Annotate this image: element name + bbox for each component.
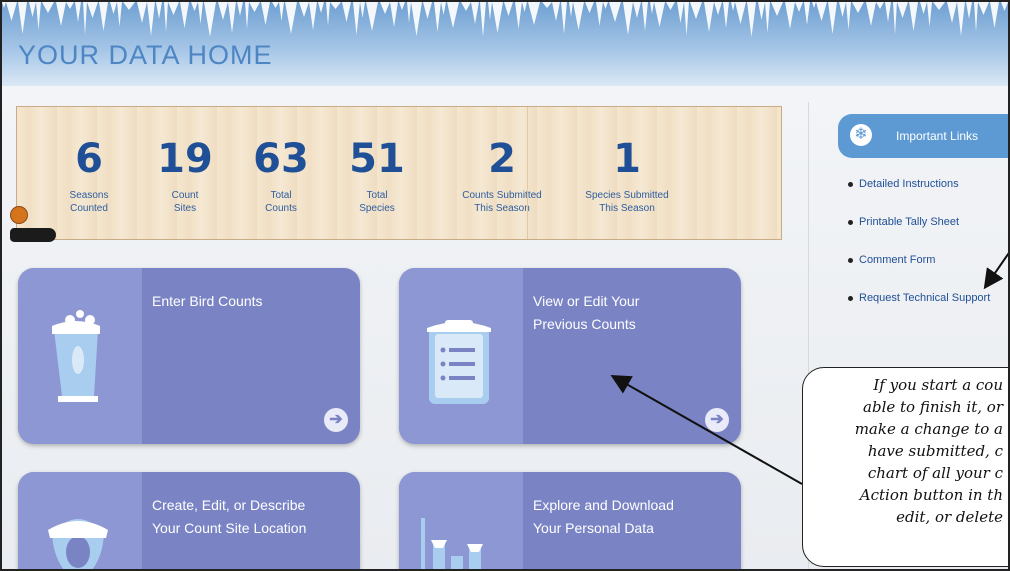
bar-chart-icon <box>421 518 483 569</box>
enter-bird-counts-tile[interactable]: Enter Bird Counts ➔ <box>18 268 360 444</box>
link-comment-form[interactable]: Comment Form <box>848 254 990 266</box>
stat-value: 51 <box>349 136 405 182</box>
callout-line: have submitted, c <box>867 442 1003 460</box>
callout-line: chart of all your c <box>867 464 1003 482</box>
callout-line: edit, or delete <box>896 508 1003 526</box>
stat-label: Species Submitted This Season <box>585 190 669 214</box>
stat-value: 2 <box>488 136 516 182</box>
tile-label: View or Edit Your Previous Counts <box>533 293 640 332</box>
location-icon-pane <box>18 472 142 569</box>
callout-line: make a change to a <box>854 420 1003 438</box>
stat-label: Seasons Counted <box>69 190 109 214</box>
important-links-list: Detailed Instructions Printable Tally Sh… <box>848 178 990 330</box>
callout-line: Action button in th <box>859 486 1003 504</box>
stat-counts: 63 Total Counts <box>233 107 329 239</box>
stat-species-submitted: 1 Species Submitted This Season <box>557 107 697 239</box>
important-links-button[interactable]: ❄ Important Links <box>838 114 1008 158</box>
stat-counts-submitted: 2 Counts Submitted This Season <box>447 107 557 239</box>
stat-sites: 19 Count Sites <box>137 107 233 239</box>
slider-handle[interactable] <box>10 228 56 242</box>
link-request-technical-support[interactable]: Request Technical Support <box>848 292 990 304</box>
stat-value: 19 <box>157 136 213 182</box>
header-banner: YOUR DATA HOME <box>2 2 1008 86</box>
stat-species: 51 Total Species <box>329 107 425 239</box>
screenshot-frame: YOUR DATA HOME 6 Seasons Counted 19 Count… <box>0 0 1010 571</box>
stats-panel: 6 Seasons Counted 19 Count Sites 63 Total C… <box>16 106 782 240</box>
stat-value: 6 <box>75 136 103 182</box>
arrow-right-icon[interactable]: ➔ <box>324 408 348 432</box>
bullet-icon <box>848 219 853 225</box>
bullet-icon <box>848 181 853 187</box>
stat-label: Total Counts <box>265 190 297 214</box>
arrow-right-icon[interactable]: ➔ <box>705 408 729 432</box>
stat-label: Counts Submitted This Season <box>462 190 542 214</box>
important-links-label: Important Links <box>896 129 979 143</box>
slider-knob[interactable] <box>10 206 28 224</box>
annotation-callout: If you start a cou able to finish it, or… <box>802 367 1008 567</box>
callout-line: If you start a cou <box>873 376 1003 394</box>
view-edit-counts-tile[interactable]: View or Edit Your Previous Counts ➔ <box>399 268 741 444</box>
tally-icon-pane <box>18 268 142 444</box>
bullet-icon <box>848 257 853 263</box>
tile-label: Enter Bird Counts <box>152 293 263 309</box>
snowflake-icon: ❄ <box>850 124 872 146</box>
explore-data-tile[interactable]: Explore and Download Your Personal Data <box>399 472 741 569</box>
callout-line: able to finish it, or <box>863 398 1003 416</box>
bullet-icon <box>848 295 853 301</box>
clipboard-icon <box>427 320 491 404</box>
location-pin-icon <box>48 519 108 569</box>
count-site-tile[interactable]: Create, Edit, or Describe Your Count Site… <box>18 472 360 569</box>
tile-label: Create, Edit, or Describe Your Count Site… <box>152 497 307 536</box>
tile-label: Explore and Download Your Personal Data <box>533 497 674 536</box>
stat-label: Count Sites <box>171 190 199 214</box>
bar-chart-icon-pane <box>399 472 523 569</box>
stat-value: 1 <box>613 136 641 182</box>
clipboard-icon-pane <box>399 268 523 444</box>
frozen-tally-icon <box>52 310 100 402</box>
stats-divider <box>527 107 528 239</box>
stat-value: 63 <box>253 136 309 182</box>
link-printable-tally-sheet[interactable]: Printable Tally Sheet <box>848 216 990 228</box>
stat-label: Total Species <box>359 190 395 214</box>
link-detailed-instructions[interactable]: Detailed Instructions <box>848 178 990 190</box>
stat-seasons: 6 Seasons Counted <box>41 107 137 239</box>
page-title: YOUR DATA HOME <box>18 40 273 70</box>
